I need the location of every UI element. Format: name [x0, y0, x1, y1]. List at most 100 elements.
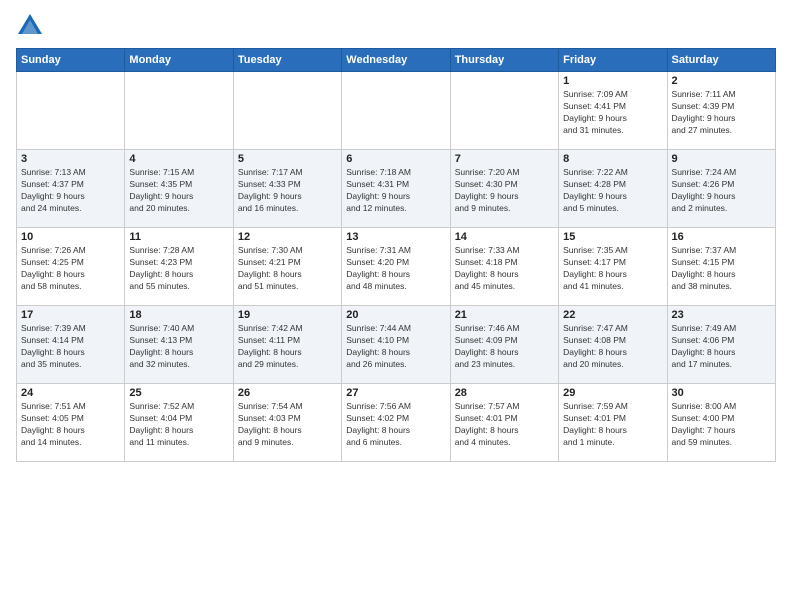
day-cell: 2 Sunrise: 7:11 AM Sunset: 4:39 PM Daylig… [667, 72, 775, 150]
day-cell: 25 Sunrise: 7:52 AM Sunset: 4:04 PM Dayli… [125, 384, 233, 462]
day-cell: 6 Sunrise: 7:18 AM Sunset: 4:31 PM Daylig… [342, 150, 450, 228]
day-cell [342, 72, 450, 150]
day-info: Sunrise: 7:47 AM Sunset: 4:08 PM Dayligh… [563, 323, 662, 371]
day-cell: 4 Sunrise: 7:15 AM Sunset: 4:35 PM Daylig… [125, 150, 233, 228]
day-info: Sunrise: 7:28 AM Sunset: 4:23 PM Dayligh… [129, 245, 228, 293]
day-info: Sunrise: 7:44 AM Sunset: 4:10 PM Dayligh… [346, 323, 445, 371]
day-info: Sunrise: 7:18 AM Sunset: 4:31 PM Dayligh… [346, 167, 445, 215]
day-number: 23 [672, 309, 771, 321]
day-cell: 27 Sunrise: 7:56 AM Sunset: 4:02 PM Dayli… [342, 384, 450, 462]
day-info: Sunrise: 7:54 AM Sunset: 4:03 PM Dayligh… [238, 401, 337, 449]
day-info: Sunrise: 7:11 AM Sunset: 4:39 PM Dayligh… [672, 89, 771, 137]
day-cell [450, 72, 558, 150]
calendar-table: SundayMondayTuesdayWednesdayThursdayFrid… [16, 48, 776, 462]
day-info: Sunrise: 7:39 AM Sunset: 4:14 PM Dayligh… [21, 323, 120, 371]
day-cell: 17Sunrise: 7:39 AM Sunset: 4:14 PM Dayli… [17, 306, 125, 384]
day-cell: 20 Sunrise: 7:44 AM Sunset: 4:10 PM Dayli… [342, 306, 450, 384]
day-info: Sunrise: 7:22 AM Sunset: 4:28 PM Dayligh… [563, 167, 662, 215]
day-number: 15 [563, 231, 662, 243]
day-number: 24 [21, 387, 120, 399]
day-info: Sunrise: 7:30 AM Sunset: 4:21 PM Dayligh… [238, 245, 337, 293]
day-cell: 11 Sunrise: 7:28 AM Sunset: 4:23 PM Dayli… [125, 228, 233, 306]
day-info: Sunrise: 7:42 AM Sunset: 4:11 PM Dayligh… [238, 323, 337, 371]
day-cell: 8 Sunrise: 7:22 AM Sunset: 4:28 PM Daylig… [559, 150, 667, 228]
day-cell: 14Sunrise: 7:33 AM Sunset: 4:18 PM Dayli… [450, 228, 558, 306]
logo-icon [16, 12, 44, 40]
day-info: Sunrise: 7:57 AM Sunset: 4:01 PM Dayligh… [455, 401, 554, 449]
day-info: Sunrise: 7:59 AM Sunset: 4:01 PM Dayligh… [563, 401, 662, 449]
day-number: 13 [346, 231, 445, 243]
week-row: 10 Sunrise: 7:26 AM Sunset: 4:25 PM Dayli… [17, 228, 776, 306]
day-number: 18 [129, 309, 228, 321]
day-number: 4 [129, 153, 228, 165]
day-info: Sunrise: 7:13 AM Sunset: 4:37 PM Dayligh… [21, 167, 120, 215]
week-row: 1Sunrise: 7:09 AM Sunset: 4:41 PM Daylig… [17, 72, 776, 150]
day-cell: 18 Sunrise: 7:40 AM Sunset: 4:13 PM Dayli… [125, 306, 233, 384]
day-cell: 7 Sunrise: 7:20 AM Sunset: 4:30 PM Daylig… [450, 150, 558, 228]
day-number: 28 [455, 387, 554, 399]
day-cell [233, 72, 341, 150]
day-number: 30 [672, 387, 771, 399]
day-info: Sunrise: 7:37 AM Sunset: 4:15 PM Dayligh… [672, 245, 771, 293]
day-info: Sunrise: 7:17 AM Sunset: 4:33 PM Dayligh… [238, 167, 337, 215]
day-info: Sunrise: 7:15 AM Sunset: 4:35 PM Dayligh… [129, 167, 228, 215]
day-number: 22 [563, 309, 662, 321]
day-number: 21 [455, 309, 554, 321]
day-cell: 13 Sunrise: 7:31 AM Sunset: 4:20 PM Dayli… [342, 228, 450, 306]
day-cell: 16Sunrise: 7:37 AM Sunset: 4:15 PM Dayli… [667, 228, 775, 306]
day-cell: 12 Sunrise: 7:30 AM Sunset: 4:21 PM Dayli… [233, 228, 341, 306]
day-info: Sunrise: 7:51 AM Sunset: 4:05 PM Dayligh… [21, 401, 120, 449]
day-number: 26 [238, 387, 337, 399]
day-number: 10 [21, 231, 120, 243]
day-cell: 24 Sunrise: 7:51 AM Sunset: 4:05 PM Dayli… [17, 384, 125, 462]
day-info: Sunrise: 7:35 AM Sunset: 4:17 PM Dayligh… [563, 245, 662, 293]
header-day: Saturday [667, 49, 775, 72]
day-number: 12 [238, 231, 337, 243]
day-cell: 5 Sunrise: 7:17 AM Sunset: 4:33 PM Daylig… [233, 150, 341, 228]
day-number: 5 [238, 153, 337, 165]
header-row: SundayMondayTuesdayWednesdayThursdayFrid… [17, 49, 776, 72]
day-info: Sunrise: 7:20 AM Sunset: 4:30 PM Dayligh… [455, 167, 554, 215]
day-number: 3 [21, 153, 120, 165]
header-day: Wednesday [342, 49, 450, 72]
header [16, 12, 776, 40]
day-number: 6 [346, 153, 445, 165]
day-info: Sunrise: 7:46 AM Sunset: 4:09 PM Dayligh… [455, 323, 554, 371]
day-info: Sunrise: 7:09 AM Sunset: 4:41 PM Dayligh… [563, 89, 662, 137]
day-cell: 1Sunrise: 7:09 AM Sunset: 4:41 PM Daylig… [559, 72, 667, 150]
day-info: Sunrise: 7:26 AM Sunset: 4:25 PM Dayligh… [21, 245, 120, 293]
day-cell: 28 Sunrise: 7:57 AM Sunset: 4:01 PM Dayli… [450, 384, 558, 462]
day-number: 9 [672, 153, 771, 165]
day-number: 8 [563, 153, 662, 165]
day-cell: 19 Sunrise: 7:42 AM Sunset: 4:11 PM Dayli… [233, 306, 341, 384]
day-info: Sunrise: 8:00 AM Sunset: 4:00 PM Dayligh… [672, 401, 771, 449]
day-number: 19 [238, 309, 337, 321]
day-number: 20 [346, 309, 445, 321]
day-cell: 26 Sunrise: 7:54 AM Sunset: 4:03 PM Dayli… [233, 384, 341, 462]
day-number: 11 [129, 231, 228, 243]
week-row: 17Sunrise: 7:39 AM Sunset: 4:14 PM Dayli… [17, 306, 776, 384]
day-number: 29 [563, 387, 662, 399]
header-day: Thursday [450, 49, 558, 72]
day-number: 2 [672, 75, 771, 87]
day-cell [17, 72, 125, 150]
day-info: Sunrise: 7:40 AM Sunset: 4:13 PM Dayligh… [129, 323, 228, 371]
day-info: Sunrise: 7:52 AM Sunset: 4:04 PM Dayligh… [129, 401, 228, 449]
day-info: Sunrise: 7:31 AM Sunset: 4:20 PM Dayligh… [346, 245, 445, 293]
day-cell: 22 Sunrise: 7:47 AM Sunset: 4:08 PM Dayli… [559, 306, 667, 384]
day-cell: 10 Sunrise: 7:26 AM Sunset: 4:25 PM Dayli… [17, 228, 125, 306]
day-cell: 9Sunrise: 7:24 AM Sunset: 4:26 PM Daylig… [667, 150, 775, 228]
day-number: 25 [129, 387, 228, 399]
day-cell [125, 72, 233, 150]
day-info: Sunrise: 7:56 AM Sunset: 4:02 PM Dayligh… [346, 401, 445, 449]
header-day: Sunday [17, 49, 125, 72]
day-cell: 30 Sunrise: 8:00 AM Sunset: 4:00 PM Dayli… [667, 384, 775, 462]
header-day: Tuesday [233, 49, 341, 72]
day-number: 7 [455, 153, 554, 165]
day-cell: 23 Sunrise: 7:49 AM Sunset: 4:06 PM Dayli… [667, 306, 775, 384]
day-info: Sunrise: 7:33 AM Sunset: 4:18 PM Dayligh… [455, 245, 554, 293]
logo [16, 12, 48, 40]
day-info: Sunrise: 7:49 AM Sunset: 4:06 PM Dayligh… [672, 323, 771, 371]
day-number: 27 [346, 387, 445, 399]
day-cell: 29 Sunrise: 7:59 AM Sunset: 4:01 PM Dayli… [559, 384, 667, 462]
